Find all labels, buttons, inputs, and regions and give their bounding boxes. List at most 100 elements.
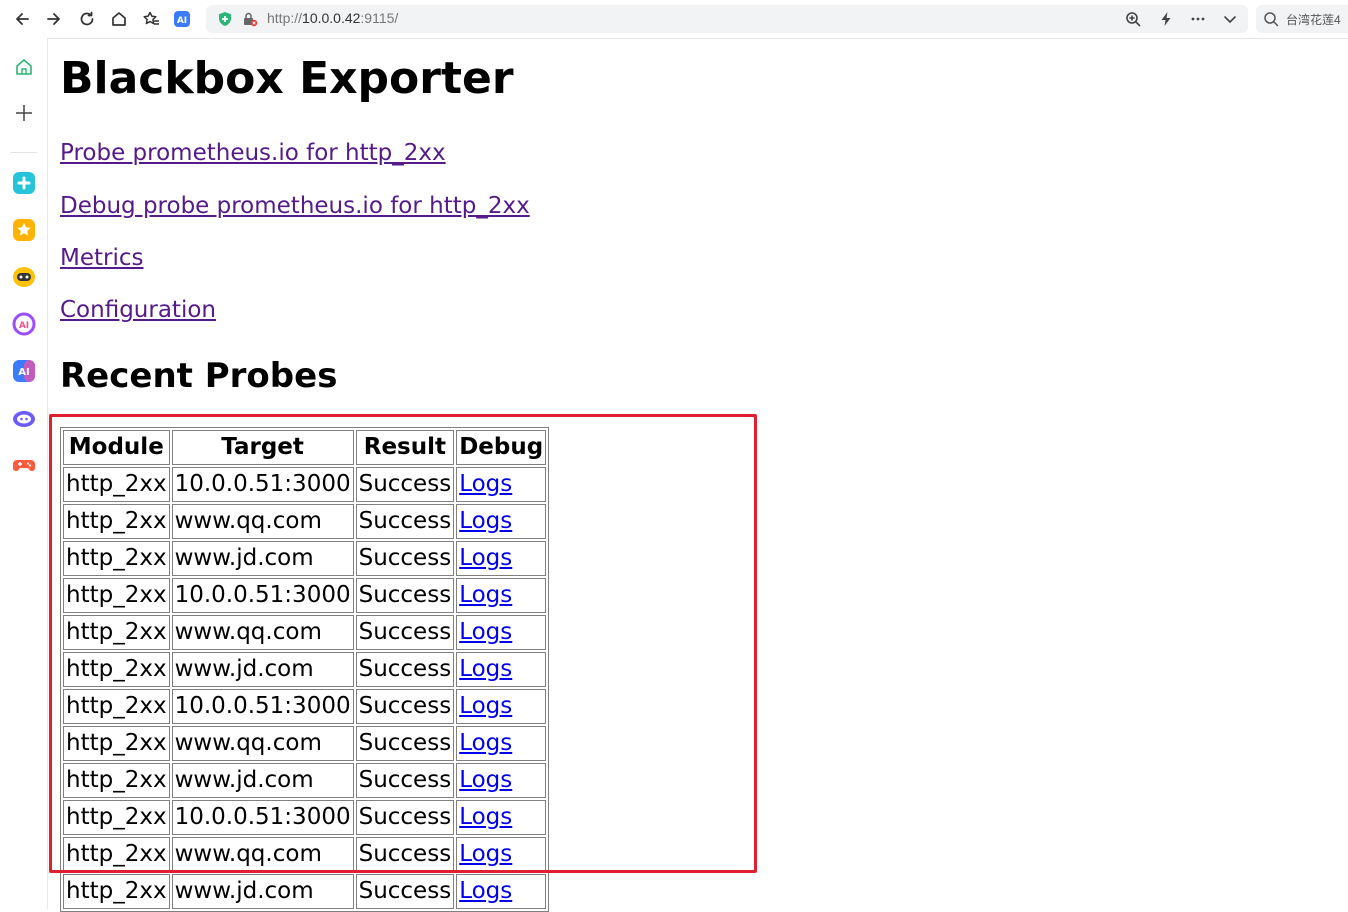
cell-target: www.qq.com xyxy=(171,726,354,761)
search-box[interactable]: 台湾花莲4 xyxy=(1256,5,1348,33)
logs-link[interactable]: Logs xyxy=(459,693,512,719)
zoom-icon[interactable] xyxy=(1123,9,1143,29)
cell-target: www.jd.com xyxy=(171,763,354,798)
logs-link[interactable]: Logs xyxy=(459,545,512,571)
logs-link[interactable]: Logs xyxy=(459,730,512,756)
logs-link[interactable]: Logs xyxy=(459,767,512,793)
cell-result: Success xyxy=(355,652,455,687)
chat-bot-icon[interactable] xyxy=(11,264,37,290)
cell-module: http_2xx xyxy=(63,726,170,761)
cell-debug: Logs xyxy=(456,726,547,761)
page-title: Blackbox Exporter xyxy=(60,53,514,104)
table-row: http_2xx 10.0.0.51:3000 Success Logs xyxy=(63,800,547,835)
ai-circle-icon[interactable]: AI xyxy=(11,311,37,337)
url-text[interactable]: http://10.0.0.42:9115/ xyxy=(267,10,398,26)
logs-link[interactable]: Logs xyxy=(459,878,512,904)
lightning-icon[interactable] xyxy=(1156,9,1176,29)
address-bar[interactable]: http://10.0.0.42:9115/ xyxy=(206,5,1248,33)
cell-target: 10.0.0.51:3000 xyxy=(171,689,354,724)
cell-result: Success xyxy=(355,504,455,539)
more-icon[interactable] xyxy=(1188,9,1208,29)
column-header-debug: Debug xyxy=(456,430,547,465)
cell-debug: Logs xyxy=(456,652,547,687)
browser-toolbar: AI http://10.0.0.42:9115/ 台湾花莲4 xyxy=(0,0,1348,39)
reload-icon[interactable] xyxy=(75,7,99,31)
insecure-lock-icon[interactable] xyxy=(242,11,258,27)
page-content: Blackbox Exporter Probe prometheus.io fo… xyxy=(60,38,1340,912)
table-row: http_2xx www.qq.com Success Logs xyxy=(63,615,547,650)
chevron-down-icon[interactable] xyxy=(1220,9,1240,29)
cell-debug: Logs xyxy=(456,763,547,798)
logs-link[interactable]: Logs xyxy=(459,582,512,608)
cell-debug: Logs xyxy=(456,615,547,650)
cell-result: Success xyxy=(355,578,455,613)
cell-module: http_2xx xyxy=(63,615,170,650)
robot-icon[interactable] xyxy=(11,405,37,431)
cell-result: Success xyxy=(355,837,455,872)
table-header-row: Module Target Result Debug xyxy=(63,430,547,465)
ai-square-icon[interactable]: AI xyxy=(11,358,37,384)
metrics-link[interactable]: Metrics xyxy=(60,244,144,272)
logs-link[interactable]: Logs xyxy=(459,656,512,682)
table-row: http_2xx www.qq.com Success Logs xyxy=(63,837,547,872)
cell-module: http_2xx xyxy=(63,763,170,798)
cell-result: Success xyxy=(355,467,455,502)
sidebar-home-icon[interactable] xyxy=(11,54,37,80)
cell-module: http_2xx xyxy=(63,504,170,539)
cell-target: www.qq.com xyxy=(171,837,354,872)
favorites-icon[interactable] xyxy=(139,7,163,31)
logs-link[interactable]: Logs xyxy=(459,471,512,497)
sidebar-divider xyxy=(10,152,37,153)
cell-module: http_2xx xyxy=(63,874,170,909)
back-icon[interactable] xyxy=(10,7,34,31)
cell-debug: Logs xyxy=(456,874,547,909)
recent-probes-table: Module Target Result Debug http_2xx 10.0.… xyxy=(60,427,550,912)
table-row: http_2xx www.jd.com Success Logs xyxy=(63,763,547,798)
cell-target: 10.0.0.51:3000 xyxy=(171,800,354,835)
column-header-result: Result xyxy=(355,430,455,465)
cell-module: http_2xx xyxy=(63,652,170,687)
column-header-target: Target xyxy=(171,430,354,465)
cell-result: Success xyxy=(355,800,455,835)
debug-probe-link[interactable]: Debug probe prometheus.io for http_2xx xyxy=(60,192,530,220)
svg-text:AI: AI xyxy=(18,367,29,378)
app-teal-icon[interactable] xyxy=(11,170,37,196)
cell-debug: Logs xyxy=(456,504,547,539)
section-title: Recent Probes xyxy=(60,356,338,396)
logs-link[interactable]: Logs xyxy=(459,804,512,830)
search-icon xyxy=(1264,12,1279,27)
logs-link[interactable]: Logs xyxy=(459,841,512,867)
cell-target: www.jd.com xyxy=(171,541,354,576)
table-row: http_2xx 10.0.0.51:3000 Success Logs xyxy=(63,578,547,613)
forward-icon[interactable] xyxy=(42,7,66,31)
cell-result: Success xyxy=(355,615,455,650)
cell-debug: Logs xyxy=(456,837,547,872)
home-icon[interactable] xyxy=(107,7,131,31)
column-header-module: Module xyxy=(63,430,170,465)
cell-result: Success xyxy=(355,689,455,724)
cell-target: www.jd.com xyxy=(171,874,354,909)
probe-link[interactable]: Probe prometheus.io for http_2xx xyxy=(60,139,446,167)
add-icon[interactable] xyxy=(11,100,37,126)
gamepad-icon[interactable] xyxy=(11,452,37,478)
table-row: http_2xx 10.0.0.51:3000 Success Logs xyxy=(63,467,547,502)
cell-target: www.qq.com xyxy=(171,504,354,539)
star-app-icon[interactable] xyxy=(11,217,37,243)
logs-link[interactable]: Logs xyxy=(459,619,512,645)
logs-link[interactable]: Logs xyxy=(459,508,512,534)
table-row: http_2xx www.jd.com Success Logs xyxy=(63,652,547,687)
cell-target: www.jd.com xyxy=(171,652,354,687)
cell-result: Success xyxy=(355,726,455,761)
shield-icon[interactable] xyxy=(217,11,233,27)
svg-text:AI: AI xyxy=(177,16,187,26)
ai-assistant-icon[interactable]: AI xyxy=(170,7,194,31)
table-row: http_2xx www.qq.com Success Logs xyxy=(63,726,547,761)
cell-target: 10.0.0.51:3000 xyxy=(171,467,354,502)
table-row: http_2xx www.jd.com Success Logs xyxy=(63,541,547,576)
cell-result: Success xyxy=(355,541,455,576)
cell-debug: Logs xyxy=(456,578,547,613)
url-port: :9115/ xyxy=(360,10,399,26)
cell-debug: Logs xyxy=(456,467,547,502)
cell-debug: Logs xyxy=(456,800,547,835)
configuration-link[interactable]: Configuration xyxy=(60,296,216,324)
